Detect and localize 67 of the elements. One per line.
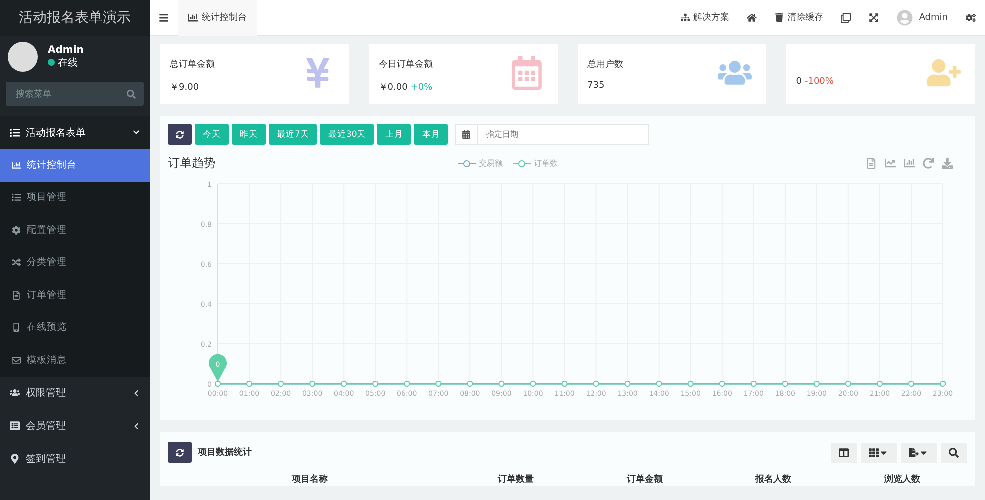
menu-item[interactable]: 订单管理 <box>0 279 150 312</box>
export-icon <box>909 448 919 458</box>
stat-change: +0% <box>410 83 433 93</box>
refresh-button[interactable] <box>168 124 192 145</box>
stat-value: ￥9.00 <box>170 83 200 93</box>
menu-group[interactable]: 活动报名表单 <box>0 116 150 149</box>
stat-value: ￥0.00 <box>378 83 408 93</box>
trash-icon <box>775 13 784 22</box>
app-title: 活动报名表单演示 <box>0 0 150 36</box>
settings-icon[interactable] <box>966 12 976 22</box>
avatar <box>8 42 38 72</box>
menu-group[interactable]: 签到管理 <box>0 442 150 476</box>
avatar-icon <box>897 10 914 26</box>
legend-line-icon <box>458 160 476 168</box>
user-name: Admin <box>48 44 84 56</box>
column-header[interactable]: 项目名称 <box>168 473 452 486</box>
menu-item[interactable]: 分类管理 <box>0 246 150 279</box>
calendar-icon <box>462 130 472 139</box>
columns-button[interactable] <box>831 442 857 462</box>
copy-icon[interactable] <box>841 12 852 22</box>
user-menu[interactable]: Admin <box>888 10 957 26</box>
calendar-icon <box>510 56 544 90</box>
status-dot <box>48 59 55 66</box>
menu-item[interactable]: 配置管理 <box>0 214 150 246</box>
stat-change: -100% <box>804 77 834 87</box>
date-box[interactable]: 指定日期 <box>455 124 650 145</box>
menu-item[interactable]: 在线预览 <box>0 312 150 344</box>
chevron-left-icon <box>133 390 140 396</box>
refresh-button[interactable] <box>168 442 192 463</box>
bar-chart-icon <box>188 12 198 22</box>
grid-button[interactable] <box>861 442 897 462</box>
search-button[interactable] <box>941 442 967 462</box>
stat-value: 735 <box>588 81 605 91</box>
toolbar-link[interactable]: 解决方案 <box>672 11 738 24</box>
export-button[interactable] <box>901 442 937 462</box>
search-box[interactable]: 搜索菜单 <box>6 82 144 106</box>
fullscreen-icon[interactable] <box>869 12 880 22</box>
search-field[interactable]: 搜索菜单 <box>14 88 127 100</box>
column-header[interactable]: 报名人数 <box>709 473 838 486</box>
search-icon <box>127 90 136 98</box>
search-icon <box>949 448 959 458</box>
refresh-icon <box>176 130 184 138</box>
stat-value: 0 <box>796 77 802 87</box>
chart-title: 订单趋势 <box>168 155 217 172</box>
chevron-down-icon <box>133 129 140 136</box>
legend-line-icon <box>513 160 531 168</box>
chevron-left-icon <box>133 422 140 430</box>
menu-group[interactable]: 权限管理 <box>0 376 150 410</box>
menu-item[interactable]: 统计控制台 <box>0 149 150 182</box>
columns-icon <box>839 448 849 458</box>
stat-title: 总订单金额 <box>170 58 216 71</box>
stat-title: 今日订单金额 <box>378 58 434 71</box>
menu-item[interactable]: 模板消息 <box>0 344 150 376</box>
column-header[interactable]: 订单数量 <box>452 473 580 486</box>
home-icon[interactable] <box>747 12 758 22</box>
toolbar-link[interactable]: 清除缓存 <box>766 11 832 24</box>
sitemap-icon <box>681 13 690 22</box>
table-title: 项目数据统计 <box>198 446 252 459</box>
column-header[interactable]: 浏览人数 <box>838 473 967 486</box>
menu-item[interactable]: 项目管理 <box>0 182 150 214</box>
column-header[interactable]: 订单金额 <box>580 473 710 486</box>
page-tab[interactable]: 统计控制台 <box>178 0 257 36</box>
stat-title: 总用户数 <box>588 58 624 71</box>
grid-icon <box>869 448 879 458</box>
menu-group[interactable]: 会员管理 <box>0 410 150 442</box>
refresh-icon <box>176 448 184 456</box>
user-status: 在线 <box>58 56 78 70</box>
